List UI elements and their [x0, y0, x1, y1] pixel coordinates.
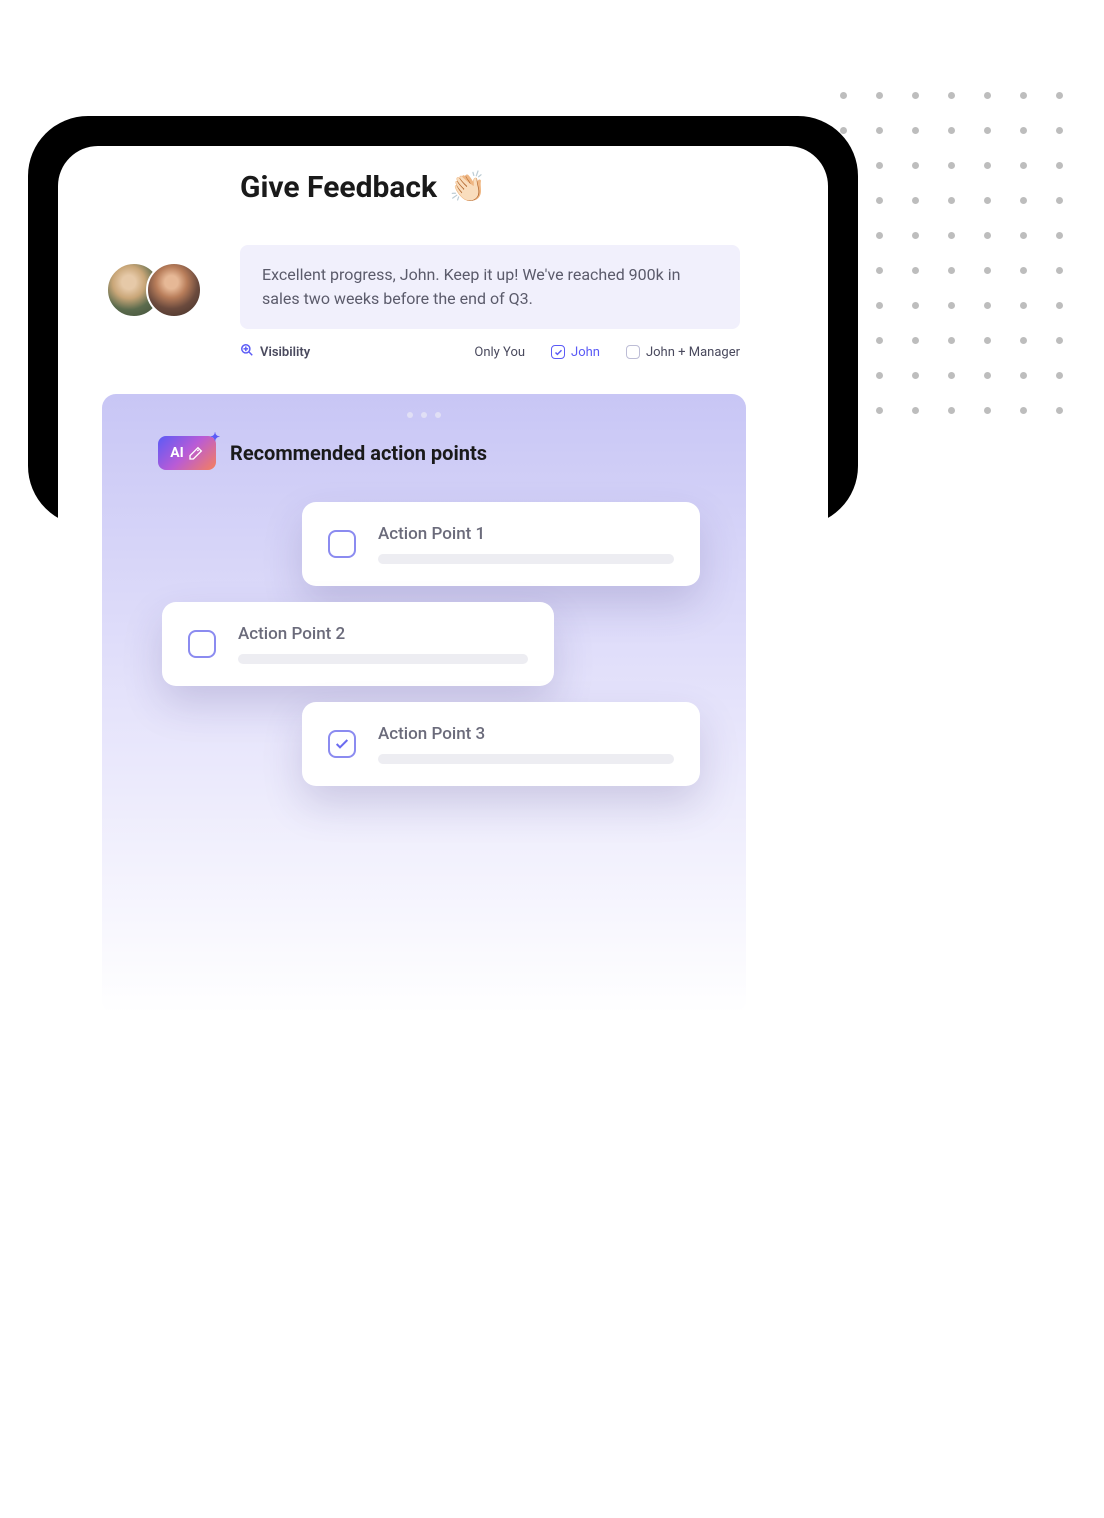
placeholder-line [378, 754, 674, 764]
feedback-section: Give Feedback 👏🏻 Excellent progress, Joh… [90, 170, 790, 361]
visibility-label: Visibility [240, 343, 310, 361]
visibility-option-john-manager[interactable]: John + Manager [626, 345, 740, 360]
checkbox-icon[interactable] [188, 630, 216, 658]
ai-badge: AI ✦ [158, 436, 216, 470]
sparkle-icon: ✦ [210, 430, 220, 444]
visibility-option-label: John + Manager [646, 345, 740, 360]
action-card[interactable]: Action Point 1 [302, 502, 700, 586]
action-card[interactable]: Action Point 3 [302, 702, 700, 786]
clap-icon: 👏🏻 [449, 170, 486, 205]
placeholder-line [378, 554, 674, 564]
visibility-option-label: Only You [474, 345, 525, 360]
recommendations-panel: AI ✦ Recommended action points Action Po… [102, 394, 746, 1014]
action-title: Action Point 2 [238, 624, 528, 644]
visibility-option-john[interactable]: John [551, 345, 600, 360]
ai-badge-label: AI [170, 445, 184, 461]
avatar-group [106, 262, 202, 318]
feedback-textbox[interactable]: Excellent progress, John. Keep it up! We… [240, 245, 740, 329]
checkbox-icon[interactable] [328, 530, 356, 558]
action-title: Action Point 3 [378, 724, 674, 744]
action-title: Action Point 1 [378, 524, 674, 544]
zoom-plus-icon [240, 343, 254, 361]
checkbox-checked-icon [551, 345, 565, 359]
visibility-row: Visibility Only You John John + Manager [240, 343, 740, 361]
checkbox-checked-icon[interactable] [328, 730, 356, 758]
recommendations-title: Recommended action points [230, 441, 487, 465]
visibility-option-label: John [571, 345, 600, 360]
decorative-dot-grid [840, 92, 1064, 414]
visibility-label-text: Visibility [260, 345, 310, 360]
panel-dots [102, 412, 746, 418]
action-card[interactable]: Action Point 2 [162, 602, 554, 686]
wand-icon [188, 445, 204, 461]
visibility-option-only-you[interactable]: Only You [474, 345, 525, 360]
avatar [146, 262, 202, 318]
placeholder-line [238, 654, 528, 664]
checkbox-icon [626, 345, 640, 359]
page-title: Give Feedback [240, 170, 437, 205]
